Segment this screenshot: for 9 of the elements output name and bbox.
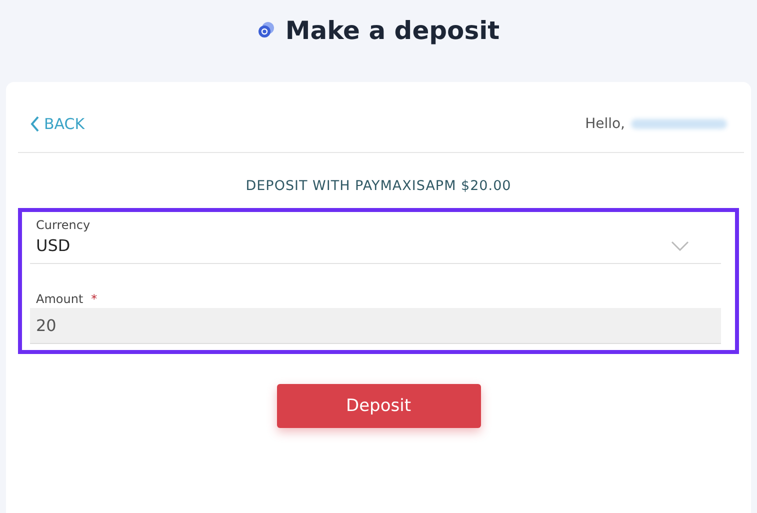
deposit-button[interactable]: Deposit xyxy=(276,384,480,428)
form-heading: DEPOSIT WITH PAYMAXISAPM $20.00 xyxy=(244,178,512,194)
greeting-text: Hello, xyxy=(585,116,625,132)
page-title: Make a deposit xyxy=(285,16,500,44)
chevron-left-icon xyxy=(30,116,40,132)
required-mark: * xyxy=(91,292,98,306)
field-label: Amount xyxy=(36,292,84,306)
coins-icon xyxy=(257,21,276,39)
chevron-down-icon xyxy=(671,240,689,250)
